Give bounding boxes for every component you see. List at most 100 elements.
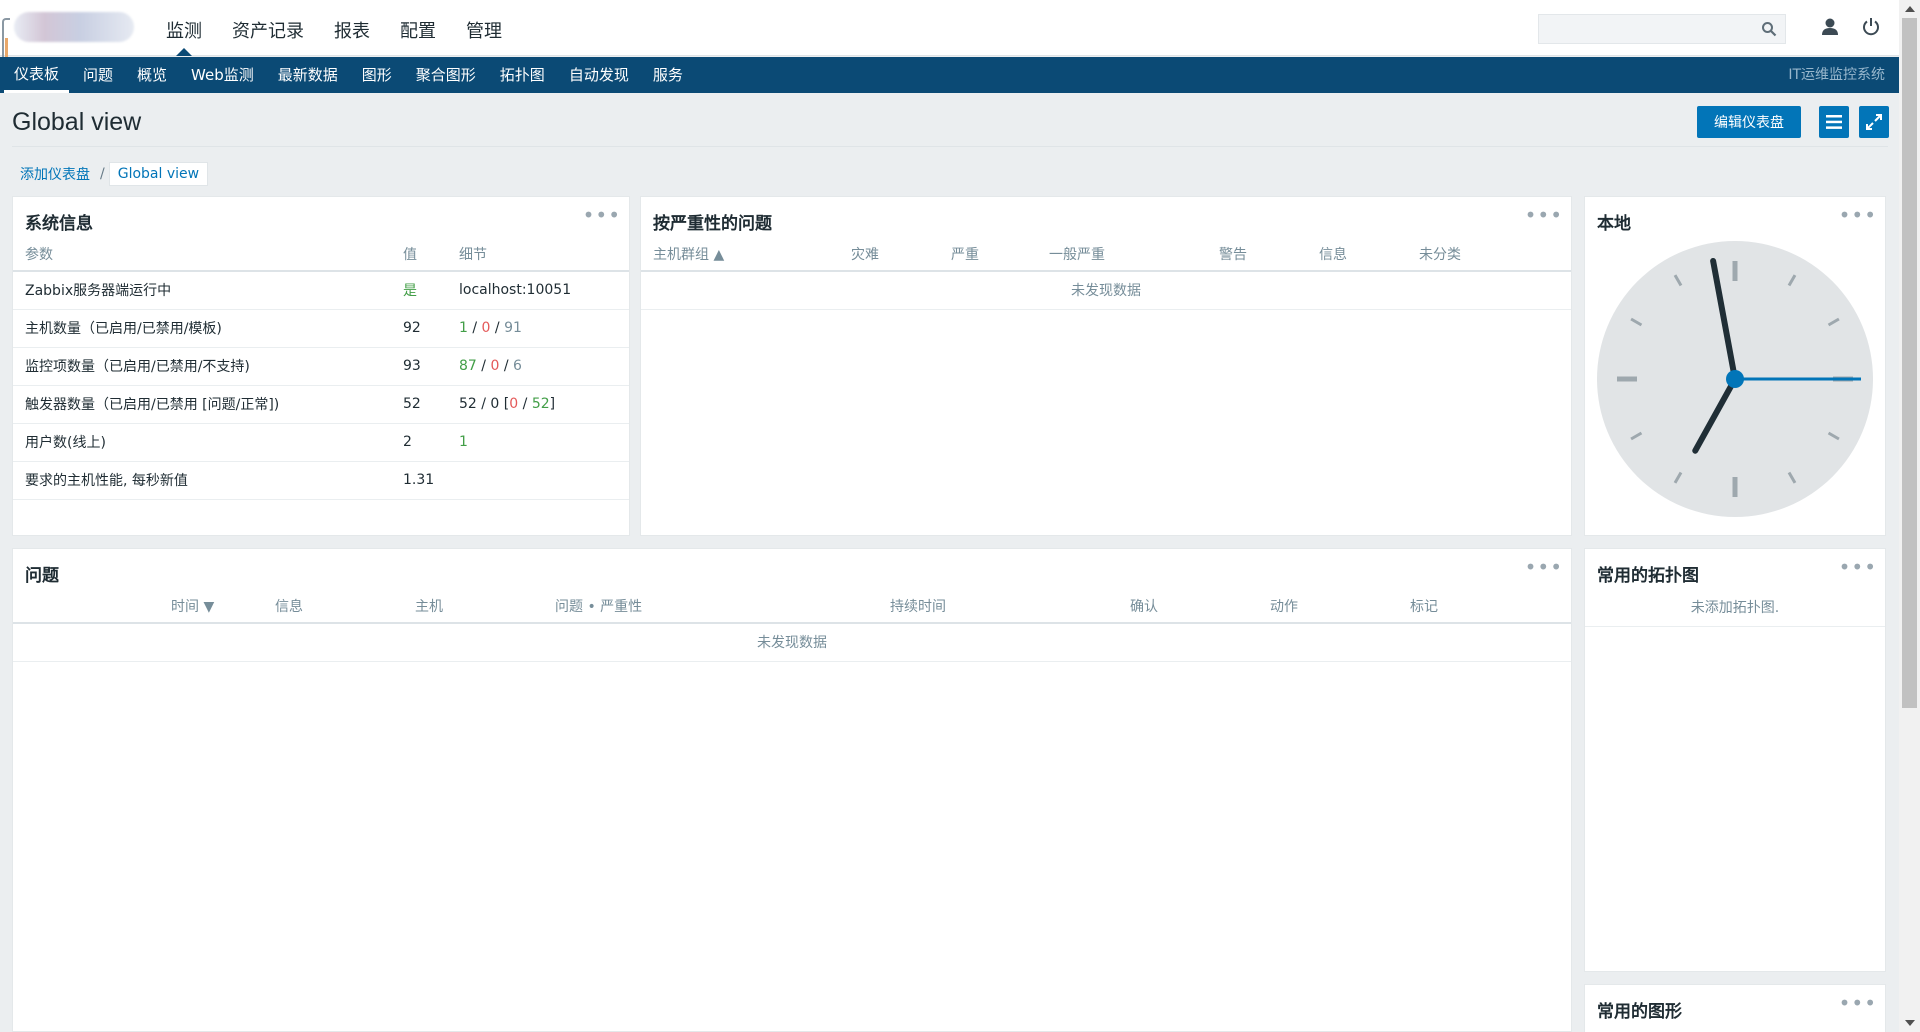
menu-reports[interactable]: 报表 [324, 0, 380, 56]
detail-cell: 52 / 0 [0 / 52] [459, 385, 629, 424]
col-header-time[interactable]: 时间 ▼ [13, 589, 275, 624]
system-info-table: 参数 值 细节 Zabbix服务器端运行中 是 localhost:10051 … [13, 237, 629, 500]
trigger-counts: 52 / 0 [ [459, 396, 510, 412]
widget-favourite-graphs: 常用的图形 ••• [1584, 984, 1886, 1032]
fullscreen-button[interactable] [1859, 106, 1889, 138]
page-title: Global view [12, 108, 142, 136]
submenu-overview[interactable]: 概览 [127, 57, 177, 93]
scroll-up-arrow[interactable] [1905, 6, 1915, 12]
scroll-down-arrow[interactable] [1905, 1020, 1915, 1026]
submenu-latest-data[interactable]: 最新数据 [268, 57, 348, 93]
value-cell: 93 [403, 347, 459, 386]
detail-cell: localhost:10051 [459, 271, 629, 310]
widget-title: 常用的图形 [1597, 1002, 1682, 1022]
problems-table: 时间 ▼ 信息 主机 问题 • 严重性 持续时间 确认 动作 标记 未发现数据 [13, 589, 1571, 662]
edit-dashboard-button[interactable]: 编辑仪表盘 [1697, 106, 1801, 138]
col-header-ack: 确认 [1130, 589, 1270, 624]
value-cell: 1.31 [403, 461, 459, 500]
breadcrumb-current[interactable]: Global view [108, 162, 209, 186]
widget-options-icon[interactable]: ••• [1839, 991, 1877, 1015]
enabled-count: 87 [459, 358, 477, 374]
table-row: Zabbix服务器端运行中 是 localhost:10051 [13, 271, 629, 310]
submenu-graphs[interactable]: 图形 [352, 57, 402, 93]
col-header-not-classified: 未分类 [1419, 237, 1571, 272]
user-profile-icon[interactable] [1819, 16, 1841, 38]
breadcrumb-dashboards[interactable]: 添加仪表盘 [14, 164, 96, 184]
analog-clock [1597, 241, 1873, 517]
widget-options-icon[interactable]: ••• [1525, 203, 1563, 227]
col-header-average: 一般严重 [1049, 237, 1219, 272]
value-cell: 92 [403, 309, 459, 348]
logo[interactable] [14, 12, 134, 42]
param-cell: 监控项数量（已启用/已禁用/不支持) [13, 347, 403, 386]
unsupported-count: 6 [513, 358, 522, 374]
col-header-disaster: 灾难 [851, 237, 951, 272]
breadcrumb: 添加仪表盘 / Global view [14, 162, 209, 186]
menu-icon [1826, 115, 1842, 129]
submenu-discovery[interactable]: 自动发现 [559, 57, 639, 93]
col-header-duration: 持续时间 [890, 589, 1130, 624]
widget-problems: 问题 ••• 时间 ▼ 信息 主机 问题 • 严重性 持续时间 确认 动作 标记… [12, 548, 1572, 1032]
param-cell: 主机数量（已启用/已禁用/模板) [13, 309, 403, 348]
submenu-services[interactable]: 服务 [643, 57, 693, 93]
widget-title: 系统信息 [25, 214, 93, 234]
col-header-param: 参数 [13, 237, 403, 272]
widget-system-info: 系统信息 ••• 参数 值 细节 Zabbix服务器端运行中 是 localho… [12, 196, 630, 536]
widget-favourite-maps: 常用的拓扑图 ••• 未添加拓扑图. [1584, 548, 1886, 972]
bracket-close: ] [549, 396, 556, 412]
severity-table: 主机群组 ▲ 灾难 严重 一般严重 警告 信息 未分类 未发现数据 [641, 237, 1571, 310]
col-header-information: 信息 [1319, 237, 1419, 272]
widget-title: 按严重性的问题 [653, 214, 772, 234]
breadcrumb-separator: / [100, 166, 105, 182]
widget-clock: 本地 ••• [1584, 196, 1886, 536]
value-cell: 是 [403, 271, 459, 310]
dashboard-actions-button[interactable] [1819, 106, 1849, 138]
menu-monitoring[interactable]: 监测 [156, 0, 212, 56]
col-header-info: 信息 [275, 589, 415, 624]
col-header-detail: 细节 [459, 237, 629, 272]
widget-options-icon[interactable]: ••• [1525, 555, 1563, 579]
submenu-dashboard[interactable]: 仪表板 [4, 57, 70, 93]
menu-configuration[interactable]: 配置 [390, 0, 446, 56]
value-cell: 2 [403, 423, 459, 462]
menu-inventory[interactable]: 资产记录 [222, 0, 314, 56]
detail-cell: 1 / 0 / 91 [459, 309, 629, 348]
main-menu: 监测 资产记录 报表 配置 管理 [156, 0, 522, 56]
vertical-scrollbar[interactable] [1899, 0, 1920, 1032]
no-data-message: 未发现数据 [641, 271, 1571, 310]
table-row: 监控项数量（已启用/已禁用/不支持) 93 87 / 0 / 6 [13, 347, 629, 386]
col-header-problem-severity: 问题 • 严重性 [555, 589, 890, 624]
submenu-screens[interactable]: 聚合图形 [406, 57, 486, 93]
widget-options-icon[interactable]: ••• [583, 203, 621, 227]
value-cell: 52 [403, 385, 459, 424]
problem-count: 0 [509, 396, 519, 412]
submenu-web[interactable]: Web监测 [181, 57, 264, 93]
disabled-count: 0 [490, 358, 500, 374]
menu-administration[interactable]: 管理 [456, 0, 512, 56]
col-header-actions: 动作 [1270, 589, 1410, 624]
col-header-host-group[interactable]: 主机群组 ▲ [641, 237, 851, 272]
widget-options-icon[interactable]: ••• [1839, 203, 1877, 227]
col-header-high: 严重 [951, 237, 1049, 272]
table-row: 要求的主机性能, 每秒新值 1.31 [13, 461, 629, 500]
submenu-maps[interactable]: 拓扑图 [490, 57, 555, 93]
widget-title: 常用的拓扑图 [1597, 566, 1699, 586]
col-header-value: 值 [403, 237, 459, 272]
table-row: 用户数(线上) 2 1 [13, 423, 629, 462]
system-name: IT运维监控系统 [1788, 67, 1885, 83]
search-icon[interactable] [1761, 21, 1777, 37]
widget-problems-by-severity: 按严重性的问题 ••• 主机群组 ▲ 灾难 严重 一般严重 警告 信息 未分类 … [640, 196, 1572, 536]
scrollbar-thumb[interactable] [1902, 18, 1917, 708]
template-count: 91 [504, 320, 522, 336]
power-sign-out-icon[interactable] [1860, 16, 1882, 38]
search-input[interactable] [1539, 15, 1749, 43]
top-bar: 监测 资产记录 报表 配置 管理 [0, 0, 1899, 56]
search-box [1538, 14, 1786, 44]
col-header-warning: 警告 [1219, 237, 1319, 272]
detail-cell: 87 / 0 / 6 [459, 347, 629, 386]
no-data-message: 未发现数据 [13, 623, 1571, 662]
submenu-problems[interactable]: 问题 [73, 57, 123, 93]
enabled-count: 1 [459, 320, 468, 336]
no-maps-message: 未添加拓扑图. [1585, 589, 1885, 627]
widget-options-icon[interactable]: ••• [1839, 555, 1877, 579]
